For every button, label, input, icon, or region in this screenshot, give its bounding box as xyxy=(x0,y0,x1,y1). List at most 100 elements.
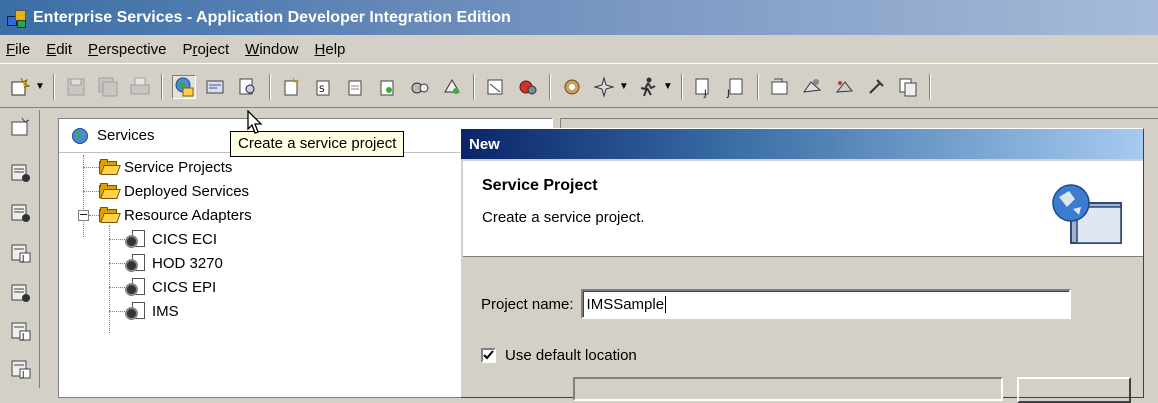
tree-item-deployed-services[interactable]: Deployed Services xyxy=(99,179,249,203)
create-service-project-icon[interactable] xyxy=(171,74,196,99)
print-icon[interactable] xyxy=(128,75,152,99)
tree-collapse-toggle[interactable]: − xyxy=(78,209,89,221)
use-default-location-checkbox[interactable] xyxy=(481,348,496,363)
tree-connector xyxy=(109,311,125,312)
copy-icon[interactable] xyxy=(896,75,920,99)
new-deployment-icon[interactable] xyxy=(440,75,464,99)
run-dropdown-icon[interactable]: ▼ xyxy=(619,81,629,92)
toolbar-separator xyxy=(52,73,55,100)
services-perspective-alt-icon[interactable] xyxy=(10,202,32,224)
menu-project-pre: P xyxy=(182,40,193,58)
menu-help[interactable]: Help xyxy=(307,41,354,58)
menu-edit-mnemonic: E xyxy=(46,40,57,58)
run-person-icon[interactable] xyxy=(636,75,660,99)
save-icon[interactable] xyxy=(64,75,88,99)
project-name-row: Project name: IMSSample xyxy=(481,289,1071,319)
menu-project-rest: oject xyxy=(197,40,230,58)
new-service-icon[interactable] xyxy=(280,75,304,99)
project-name-label: Project name: xyxy=(481,295,574,313)
java-file-alt-icon[interactable]: J xyxy=(724,75,748,99)
project-name-input[interactable]: IMSSample xyxy=(580,289,1071,319)
tree-connector xyxy=(109,225,110,333)
menu-perspective-rest: erspective xyxy=(98,40,167,58)
new-bridge-icon[interactable] xyxy=(344,75,368,99)
menu-window-rest: indow xyxy=(259,40,299,58)
use-default-location-row[interactable]: Use default location xyxy=(481,347,637,364)
svg-text:J: J xyxy=(21,332,24,341)
tree-item-hod-3270[interactable]: HOD 3270 xyxy=(125,251,223,275)
tree-item-label: Resource Adapters xyxy=(124,206,252,224)
java-file-icon[interactable]: J xyxy=(692,75,716,99)
services-perspective-icon[interactable] xyxy=(10,162,32,184)
open-perspective-shortcut-icon[interactable] xyxy=(10,116,32,138)
resource-adapter-icon xyxy=(125,253,147,273)
server-perspective-icon[interactable] xyxy=(10,282,32,304)
toolbar-separator xyxy=(680,73,683,100)
new-component-icon[interactable] xyxy=(376,75,400,99)
tree-connector xyxy=(83,167,99,168)
debug-icon[interactable] xyxy=(560,75,584,99)
tree-item-cics-eci[interactable]: CICS ECI xyxy=(125,227,217,251)
open-perspective-icon[interactable] xyxy=(800,75,824,99)
build-icon[interactable] xyxy=(516,75,540,99)
tree-connector xyxy=(89,215,99,216)
svg-text:J: J xyxy=(21,254,24,263)
menu-project[interactable]: Project xyxy=(174,41,237,58)
tree-item-label: CICS ECI xyxy=(152,230,218,248)
services-view-title: Services xyxy=(97,127,155,144)
pin-icon[interactable] xyxy=(864,75,888,99)
menu-edit[interactable]: Edit xyxy=(38,41,80,58)
svg-text:J: J xyxy=(703,89,707,98)
search-icon[interactable] xyxy=(236,75,260,99)
toolbar-separator xyxy=(756,73,759,100)
new-wizard-dialog: New Service Project Create a service pro… xyxy=(460,128,1144,403)
tree-item-ims[interactable]: IMS xyxy=(125,299,179,323)
menu-help-rest: elp xyxy=(325,40,346,58)
wizard-page-description: Create a service project. xyxy=(482,209,645,226)
new-wizard-icon[interactable] xyxy=(8,75,32,99)
new-service-alt-icon[interactable]: S xyxy=(312,75,336,99)
folder-open-icon xyxy=(99,207,121,223)
wizard-header: Service Project Create a service project… xyxy=(463,161,1143,257)
svg-text:J: J xyxy=(726,89,730,98)
menu-window[interactable]: Window xyxy=(237,41,306,58)
menu-file[interactable]: File xyxy=(0,41,38,58)
tree-item-resource-adapters[interactable]: Resource Adapters xyxy=(99,203,252,227)
app-icon xyxy=(5,6,29,30)
tree-item-service-projects[interactable]: Service Projects xyxy=(99,155,232,179)
java-perspective-icon[interactable]: J xyxy=(10,242,32,264)
use-default-location-label: Use default location xyxy=(505,347,637,364)
svg-text:J: J xyxy=(21,370,24,379)
tree-item-label: CICS EPI xyxy=(152,278,217,296)
menu-perspective[interactable]: Perspective xyxy=(80,41,174,58)
new-proxy-icon[interactable] xyxy=(484,75,508,99)
location-input xyxy=(573,377,1003,401)
run-icon[interactable] xyxy=(592,75,616,99)
menu-perspective-mnemonic: P xyxy=(88,40,99,58)
save-all-icon[interactable] xyxy=(96,75,120,99)
tree-item-label: Deployed Services xyxy=(124,182,250,200)
resource-adapter-icon xyxy=(125,301,147,321)
tree-item-cics-epi[interactable]: CICS EPI xyxy=(125,275,216,299)
tree-item-label: Service Projects xyxy=(124,158,233,176)
folder-icon xyxy=(99,183,121,199)
open-service-icon[interactable] xyxy=(204,75,228,99)
run-person-dropdown-icon[interactable]: ▼ xyxy=(663,81,673,92)
window-title: Enterprise Services - Application Develo… xyxy=(33,8,511,26)
project-name-value: IMSSample xyxy=(586,295,665,313)
menu-window-mnemonic: W xyxy=(245,40,260,58)
new-mapping-icon[interactable] xyxy=(408,75,432,99)
java-perspective-alt-icon[interactable]: J xyxy=(10,320,32,342)
new-wizard-dropdown-icon[interactable]: ▼ xyxy=(35,81,45,92)
menu-file-mnemonic: F xyxy=(6,40,16,58)
open-view-icon[interactable] xyxy=(832,75,856,99)
tree-connector xyxy=(109,263,125,264)
shortcut-bar: J J J xyxy=(0,110,40,388)
dialog-title-bar[interactable]: New xyxy=(461,129,1143,159)
resource-adapter-icon xyxy=(125,229,147,249)
svg-text:S: S xyxy=(319,85,325,95)
open-type-icon[interactable] xyxy=(768,75,792,99)
wizard-page-title: Service Project xyxy=(482,177,598,194)
tree-connector xyxy=(109,287,125,288)
java-browsing-icon[interactable]: J xyxy=(10,358,32,380)
